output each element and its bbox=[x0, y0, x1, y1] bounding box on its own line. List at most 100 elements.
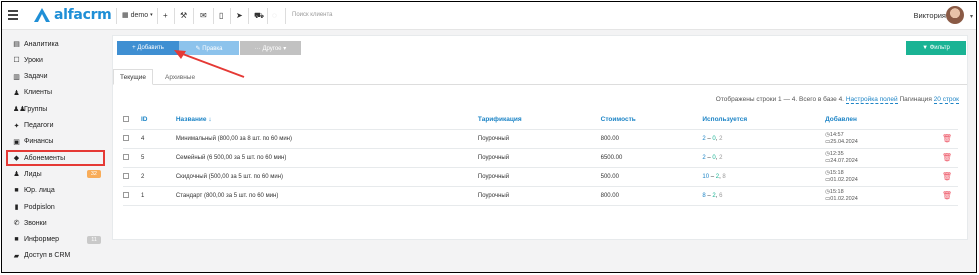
sidebar-item[interactable]: ▤ Аналитика bbox=[13, 38, 103, 50]
row-checkbox[interactable] bbox=[123, 191, 129, 198]
divider bbox=[174, 8, 175, 24]
wrench-icon[interactable]: ⚒ bbox=[180, 11, 187, 20]
actions-cell: 🗑 bbox=[941, 167, 958, 187]
table-row[interactable]: 1 Стандарт (800,00 за 5 шт. по 60 мин) Поу… bbox=[123, 186, 958, 206]
cost-cell: 800.00 bbox=[600, 129, 703, 149]
uses-archived[interactable]: 2 bbox=[719, 155, 722, 161]
uses-archived[interactable]: 2 bbox=[719, 136, 722, 142]
branch-icon: ▦ bbox=[122, 12, 129, 19]
telegram-icon[interactable]: ➤ bbox=[236, 11, 243, 20]
row-checkbox[interactable] bbox=[123, 172, 129, 179]
sidebar-item[interactable]: ■ Информер 11 bbox=[13, 234, 103, 246]
logo[interactable]: alfacrm bbox=[34, 7, 112, 23]
sidebar-item[interactable]: ▰ Доступ в CRM bbox=[13, 250, 103, 262]
avatar[interactable] bbox=[946, 6, 964, 24]
column-header-id[interactable]: ID bbox=[140, 111, 176, 130]
column-header-tariff[interactable]: Тарификация bbox=[477, 111, 601, 130]
uses-archived[interactable]: 8 bbox=[722, 174, 725, 180]
uses-cell: 10 – 2, 8 bbox=[702, 167, 826, 187]
table-row[interactable]: 4 Минимальный (800,00 за 8 шт. по 60 мин)… bbox=[123, 129, 958, 149]
row-checkbox[interactable] bbox=[123, 153, 129, 160]
user-icon: ♟ bbox=[13, 89, 20, 97]
added-date: 01.02.2024 bbox=[830, 195, 858, 202]
sidebar-item[interactable]: ☐ Уроки bbox=[13, 54, 103, 66]
briefcase-icon: ■ bbox=[14, 187, 19, 195]
table-row[interactable]: 2 Скидочный (500,00 за 5 шт. по 60 мин) По… bbox=[123, 167, 958, 187]
cost-cell: 800.00 bbox=[600, 186, 703, 206]
id-cell: 4 bbox=[140, 129, 176, 149]
count-badge: 32 bbox=[86, 170, 101, 179]
uses-total[interactable]: 2 bbox=[702, 155, 705, 161]
column-header-added[interactable]: Добавлен bbox=[825, 111, 942, 130]
name-cell[interactable]: Скидочный (500,00 за 5 шт. по 60 мин) bbox=[175, 167, 478, 187]
trash-icon[interactable]: 🗑 bbox=[942, 153, 952, 162]
sidebar-item-label: Задачи bbox=[24, 73, 48, 81]
sidebar-item-label: Клиенты bbox=[24, 89, 53, 97]
name-cell[interactable]: Семейный (6 500,00 за 5 шт. по 60 мин) bbox=[175, 148, 478, 168]
uses-active[interactable]: 2 bbox=[716, 174, 719, 180]
table-row[interactable]: 5 Семейный (6 500,00 за 5 шт. по 60 мин) П… bbox=[123, 148, 958, 168]
plus-icon[interactable]: + bbox=[163, 11, 168, 20]
chevron-down-icon[interactable]: ▾ bbox=[970, 13, 973, 20]
uses-active[interactable]: 0 bbox=[712, 136, 715, 142]
trash-icon[interactable]: 🗑 bbox=[942, 191, 952, 200]
rows-summary: Отображены строки 1 — 4. Всего в базе 4. bbox=[715, 96, 844, 103]
added-cell: ◷14:57 ▭25.04.2024 bbox=[825, 129, 942, 149]
sidebar-item-label: Информер bbox=[24, 236, 60, 244]
name-cell[interactable]: Минимальный (800,00 за 8 шт. по 60 мин) bbox=[175, 129, 478, 149]
select-cell bbox=[123, 167, 141, 187]
uses-archived[interactable]: 6 bbox=[719, 193, 722, 199]
sidebar-item[interactable]: ✦ Педагоги bbox=[13, 120, 103, 132]
user-name[interactable]: Виктория bbox=[913, 11, 946, 20]
field-settings-link[interactable]: Настройка полей bbox=[845, 96, 898, 104]
sidebar-item[interactable]: ♟ Лиды 32 bbox=[13, 168, 103, 180]
sidebar-item[interactable]: ▮ Podpislon bbox=[13, 201, 103, 213]
sidebar-item[interactable]: ▥ Задачи bbox=[13, 71, 103, 83]
row-checkbox[interactable] bbox=[123, 134, 129, 141]
chevron-down-icon: ▾ bbox=[150, 12, 153, 18]
added-time: 14:57 bbox=[829, 132, 844, 138]
id-cell: 1 bbox=[140, 186, 176, 206]
menu-icon[interactable] bbox=[8, 10, 18, 20]
id-cell: 5 bbox=[140, 148, 176, 168]
calendar-icon: ☐ bbox=[13, 57, 20, 65]
sidebar-item-label: Аналитика bbox=[24, 40, 59, 48]
trash-icon[interactable]: 🗑 bbox=[942, 134, 952, 143]
cart-icon[interactable]: ⛟ bbox=[254, 11, 264, 20]
uses-total[interactable]: 8 bbox=[702, 193, 705, 199]
uses-active[interactable]: 2 bbox=[712, 193, 715, 199]
branch-selector[interactable]: ▦ demo ▾ bbox=[122, 11, 153, 20]
uses-total[interactable]: 2 bbox=[702, 136, 705, 142]
sidebar-item-label: Лиды bbox=[24, 170, 42, 178]
trash-icon[interactable]: 🗑 bbox=[942, 172, 952, 181]
pagination-link[interactable]: 20 строк bbox=[933, 96, 959, 104]
uses-active[interactable]: 0 bbox=[712, 155, 715, 161]
tariff-cell: Поурочный bbox=[477, 186, 601, 206]
add-button[interactable]: + Добавить bbox=[117, 41, 179, 55]
sidebar-item-label: Финансы bbox=[24, 138, 54, 146]
select-all-checkbox[interactable] bbox=[123, 115, 129, 122]
column-header-uses[interactable]: Используется bbox=[702, 111, 826, 130]
name-cell[interactable]: Стандарт (800,00 за 5 шт. по 60 мин) bbox=[175, 186, 478, 206]
select-all-cell bbox=[123, 111, 141, 130]
sidebar-item[interactable]: ♟♟ Группы bbox=[13, 103, 103, 115]
sidebar-item[interactable]: ▣ Финансы bbox=[13, 136, 103, 148]
uses-total[interactable]: 10 bbox=[702, 174, 709, 180]
divider bbox=[193, 8, 194, 24]
search-input[interactable]: Поиск клиента bbox=[292, 12, 333, 18]
other-dropdown[interactable]: ··· Другое ▾ bbox=[240, 41, 301, 55]
cost-cell: 6500.00 bbox=[600, 148, 703, 168]
sidebar-item[interactable]: ✆ Звонки bbox=[13, 217, 103, 229]
actions-cell: 🗑 bbox=[941, 148, 958, 168]
sidebar-item[interactable]: ■ Юр. лица bbox=[13, 185, 103, 197]
mail-icon[interactable]: ✉ bbox=[200, 11, 207, 20]
tariff-cell: Поурочный bbox=[477, 167, 601, 187]
pagination-label: Пагинация bbox=[899, 96, 932, 103]
filter-button[interactable]: ▼ Фильтр bbox=[906, 41, 966, 55]
column-header-cost[interactable]: Стоимость bbox=[600, 111, 703, 130]
tab-current[interactable]: Текущие bbox=[113, 69, 153, 85]
mobile-icon[interactable]: ▯ bbox=[219, 11, 223, 20]
sidebar-item[interactable]: ♟ Клиенты bbox=[13, 87, 103, 99]
column-header-name[interactable]: Название ↓ bbox=[175, 111, 478, 130]
teacher-icon: ✦ bbox=[13, 122, 20, 130]
